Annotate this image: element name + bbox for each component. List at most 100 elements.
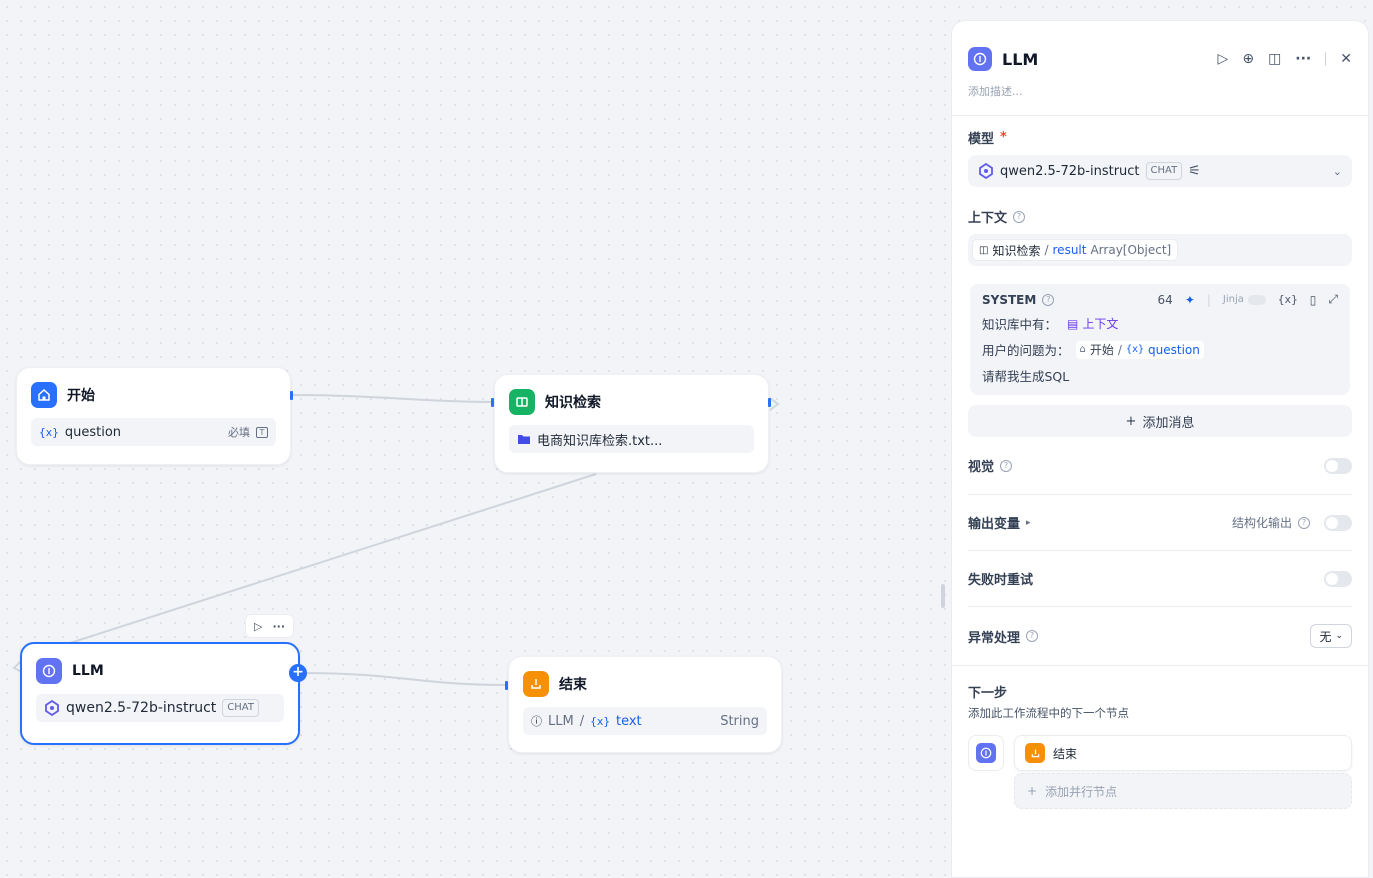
required-mark: *	[1000, 130, 1007, 145]
end-variable-name: text	[615, 713, 642, 729]
end-node[interactable]: 结束 ⓘ LLM / {x} text String	[508, 656, 782, 753]
edge-llm-end	[299, 672, 507, 686]
folder-icon	[518, 435, 530, 444]
more-icon[interactable]: ···	[1295, 51, 1311, 67]
sparkle-icon[interactable]: ✦	[1185, 293, 1195, 307]
panel-resize-handle[interactable]	[941, 584, 945, 608]
llm-icon	[36, 658, 62, 684]
end-output-row: ⓘ LLM / {x} text String	[523, 707, 767, 735]
prompt-line: 知识库中有： ▤ 上下文	[982, 314, 1338, 333]
workflow-canvas[interactable]: 开始 {x} question 必填 T 知识检索 电商知识库检索.txt...…	[0, 0, 950, 878]
error-handling-value: 无	[1319, 629, 1332, 644]
qwen-logo-icon	[45, 700, 59, 716]
model-selector[interactable]: qwen2.5-72b-instruct CHAT ⚟ ⌄	[968, 155, 1352, 187]
variable-chip: ⌂ 开始 / {x} question	[1075, 340, 1204, 359]
dataset-name: 电商知识库检索.txt...	[537, 433, 663, 449]
prompt-text: 用户的问题为：	[982, 343, 1070, 358]
end-icon	[1025, 743, 1045, 763]
panel-title[interactable]: LLM	[1002, 50, 1038, 69]
caret-right-icon: ▸	[1026, 517, 1031, 528]
insert-variable-icon[interactable]: {x}	[1278, 293, 1298, 306]
retry-row: 失败时重试	[968, 551, 1352, 607]
prompt-line: 请帮我生成SQL	[982, 366, 1338, 385]
knowledge-out-handle[interactable]	[768, 398, 771, 407]
add-parallel-label: 添加并行节点	[1045, 784, 1118, 799]
start-out-handle[interactable]	[290, 391, 293, 400]
home-icon: ⌂	[1079, 344, 1086, 355]
expand-icon[interactable]: ⤢	[1328, 292, 1338, 307]
retry-toggle[interactable]	[1324, 570, 1352, 587]
add-message-button[interactable]: + 添加消息	[968, 405, 1352, 437]
edge-knowledge-out	[769, 397, 780, 411]
context-chip-label: 上下文	[1082, 317, 1119, 331]
context-variable-chip[interactable]: ◫ 知识检索 / result Array[Object]	[972, 239, 1179, 261]
knowledge-in-handle[interactable]	[491, 398, 494, 407]
next-node-item[interactable]: 结束	[1014, 735, 1352, 771]
error-handling-label: 异常处理	[968, 630, 1021, 646]
llm-node-title: LLM	[72, 663, 104, 679]
add-next-node-button[interactable]: +	[289, 664, 307, 682]
file-icon: ▤	[1067, 316, 1079, 331]
model-label-text: 模型	[968, 132, 995, 147]
context-label-text: 上下文	[968, 211, 1008, 226]
variable-chip-node: 开始	[1089, 343, 1114, 357]
end-separator: /	[579, 713, 585, 729]
knowledge-node-title: 知识检索	[545, 395, 601, 411]
variable-chip-separator: /	[1117, 342, 1122, 357]
add-parallel-node-button[interactable]: + 添加并行节点	[1014, 773, 1352, 809]
context-type: Array[Object]	[1090, 243, 1172, 257]
context-separator: /	[1044, 243, 1049, 257]
error-handling-row: 异常处理? 无 ⌄	[968, 607, 1352, 665]
target-icon[interactable]: ⊕	[1242, 51, 1254, 67]
system-prompt-editor[interactable]: SYSTEM ? 64 ✦ | Jinja {x} ▯ ⤢ 知识库中有： ▤ 上…	[970, 284, 1350, 395]
toolbar-divider: |	[1206, 292, 1211, 307]
text-input-icon: T	[256, 426, 268, 438]
end-node-title: 结束	[559, 677, 587, 693]
context-chip: ▤ 上下文	[1063, 315, 1122, 333]
vision-label: 视觉	[968, 460, 995, 475]
variable-icon: {x}	[39, 425, 59, 439]
token-count: 64	[1157, 292, 1173, 307]
context-selector[interactable]: ◫ 知识检索 / result Array[Object]	[968, 234, 1352, 266]
llm-node-toolbar: ▷ ···	[245, 614, 295, 638]
description-placeholder: 添加描述...	[968, 85, 1023, 98]
context-label: 上下文 ?	[968, 207, 1352, 226]
llm-node[interactable]: LLM qwen2.5-72b-instruct CHAT	[20, 642, 300, 745]
jinja-toggle[interactable]	[1247, 294, 1266, 305]
description-input[interactable]: 添加描述...	[952, 79, 1368, 115]
retry-label: 失败时重试	[968, 573, 1034, 588]
model-name: qwen2.5-72b-instruct	[1000, 163, 1140, 179]
more-icon[interactable]: ···	[272, 620, 285, 633]
close-icon[interactable]: ✕	[1340, 51, 1352, 67]
prompt-text: 知识库中有：	[982, 317, 1058, 332]
variable-icon: {x}	[590, 714, 610, 728]
end-source-node: LLM	[548, 713, 574, 729]
vision-row: 视觉?	[968, 437, 1352, 495]
help-icon[interactable]: ?	[1000, 459, 1013, 472]
help-icon[interactable]: ?	[1026, 630, 1039, 642]
help-icon[interactable]: ?	[1013, 210, 1026, 223]
variable-icon: {x}	[1125, 344, 1144, 355]
prompt-line: 用户的问题为： ⌂ 开始 / {x} question	[982, 340, 1338, 359]
start-node[interactable]: 开始 {x} question 必填 T	[16, 367, 291, 465]
error-handling-select[interactable]: 无 ⌄	[1310, 624, 1352, 648]
help-icon[interactable]: ?	[1298, 516, 1310, 529]
qwen-logo-icon	[979, 163, 993, 179]
end-in-handle[interactable]	[505, 681, 508, 690]
clipboard-icon[interactable]: ▯	[1310, 293, 1317, 307]
book-open-icon[interactable]: ◫	[1268, 51, 1281, 67]
model-params-icon[interactable]: ⚟	[1188, 163, 1201, 179]
help-icon[interactable]: ?	[1042, 293, 1055, 306]
run-icon[interactable]: ▷	[254, 620, 262, 633]
knowledge-node[interactable]: 知识检索 电商知识库检索.txt...	[494, 374, 769, 473]
output-variables-row[interactable]: 输出变量 ▸ 结构化输出 ?	[968, 495, 1352, 551]
context-node: 知识检索	[992, 243, 1041, 258]
end-icon	[523, 671, 549, 697]
chevron-down-icon: ⌄	[1335, 631, 1343, 641]
next-step-label-text: 下一步	[968, 686, 1008, 701]
vision-toggle[interactable]	[1324, 457, 1352, 474]
run-icon[interactable]: ▷	[1218, 51, 1229, 67]
chevron-down-icon: ⌄	[1332, 164, 1342, 178]
toolbar-divider	[1325, 52, 1327, 66]
structured-output-toggle[interactable]	[1324, 514, 1352, 531]
